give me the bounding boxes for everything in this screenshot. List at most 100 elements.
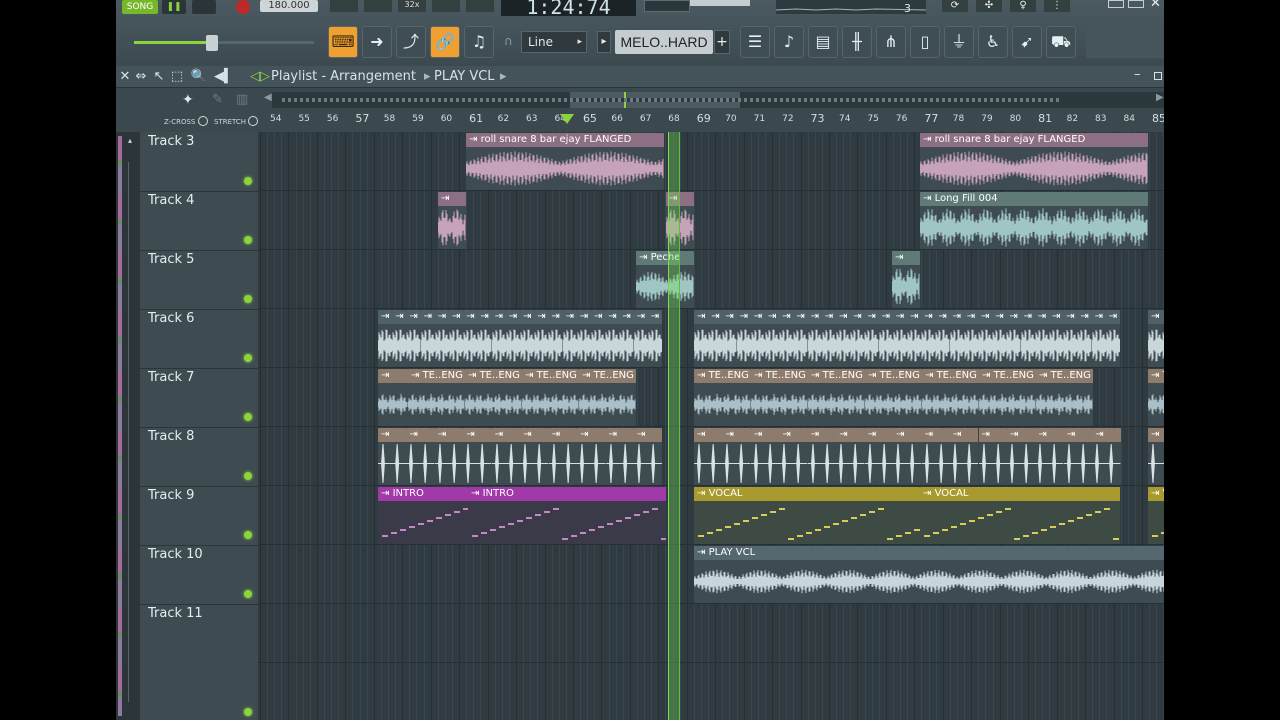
stop-button[interactable] <box>192 0 216 14</box>
track-mute-led[interactable] <box>244 354 252 362</box>
clip-menu-icon[interactable]: ⇥ <box>811 370 823 381</box>
clip-menu-icon[interactable]: ⇥ <box>438 311 446 322</box>
scroll-left-icon[interactable]: ◀ <box>264 92 272 103</box>
clip-menu-icon[interactable]: ⇥ <box>609 429 617 440</box>
audio-clip[interactable]: ⇥ <box>548 428 578 485</box>
audio-clip[interactable]: ⇥ <box>647 310 662 367</box>
magnet-icon[interactable]: ∩ <box>504 34 513 48</box>
audio-clip[interactable]: ⇥ TE..ENG <box>922 369 979 426</box>
clip-menu-icon[interactable]: ⇥ <box>1039 370 1051 381</box>
audio-clip[interactable]: ⇥ <box>577 428 606 485</box>
options-icon[interactable]: ✣ <box>976 0 1002 12</box>
audio-clip[interactable]: ⇥ <box>864 310 879 367</box>
audio-clip[interactable]: ⇥ <box>1006 310 1021 367</box>
tempo-display[interactable]: 180.000 <box>260 0 318 12</box>
clip-menu-icon[interactable]: ⇥ <box>381 370 389 381</box>
clip-menu-icon[interactable]: ⇥ <box>381 488 393 499</box>
audio-clip[interactable]: ⇥ <box>949 310 964 367</box>
audio-clip[interactable]: ⇥ TE..ENG <box>1036 369 1093 426</box>
playhead-marker[interactable] <box>560 114 574 124</box>
song-overview[interactable] <box>272 92 1164 108</box>
clip-menu-icon[interactable]: ⇥ <box>754 370 766 381</box>
audio-clip[interactable]: ⇥ <box>605 428 635 485</box>
audio-clip[interactable]: ⇥ <box>619 310 634 367</box>
audio-clip[interactable]: ⇥ <box>520 310 535 367</box>
clip-menu-icon[interactable]: ⇥ <box>896 429 904 440</box>
pencil-icon[interactable]: ✎ <box>212 92 223 107</box>
audio-clip[interactable]: ⇥ <box>1006 428 1036 485</box>
clip-menu-icon[interactable]: ⇥ <box>582 370 594 381</box>
zcross-toggle[interactable] <box>198 116 208 126</box>
refresh-icon[interactable]: ⟳ <box>942 0 968 12</box>
track-header[interactable]: Track 7 <box>140 368 258 428</box>
audio-clip[interactable]: ⇥ <box>793 310 808 367</box>
clip-menu-icon[interactable]: ⇥ <box>967 311 975 322</box>
clip-menu-icon[interactable]: ⇥ <box>697 547 709 558</box>
play-button[interactable]: ❚❚ <box>162 0 186 14</box>
clip-menu-icon[interactable]: ⇥ <box>1010 429 1018 440</box>
audio-clip[interactable]: ⇥ <box>392 310 407 367</box>
clip-menu-icon[interactable]: ⇥ <box>882 311 890 322</box>
mic-icon[interactable]: ♀ <box>1010 0 1036 12</box>
track-mute-led[interactable] <box>244 177 252 185</box>
audio-clip[interactable]: ⇥ <box>836 428 865 485</box>
track-header[interactable]: Track 9 <box>140 486 258 546</box>
track-header[interactable]: Track 5 <box>140 250 258 310</box>
record-button[interactable] <box>236 0 250 14</box>
clip-menu-icon[interactable]: ⇥ <box>509 311 517 322</box>
clip-menu-icon[interactable]: ⇥ <box>622 311 630 322</box>
clip-menu-icon[interactable]: ⇥ <box>409 429 417 440</box>
clip-menu-icon[interactable]: ⇥ <box>953 429 961 440</box>
clip-menu-icon[interactable]: ⇥ <box>1109 311 1117 322</box>
clip-menu-icon[interactable]: ⇥ <box>868 370 880 381</box>
audio-clip[interactable]: ⇥ TE..ENG <box>465 369 522 426</box>
maximize-icon[interactable] <box>1128 0 1144 8</box>
audio-clip[interactable]: ⇥ <box>420 310 435 367</box>
pattern-prev-button[interactable]: ▸ <box>597 31 611 53</box>
clip-menu-icon[interactable]: ⇥ <box>537 311 545 322</box>
pattern-clip[interactable]: ⇥ VOCAL <box>920 487 1120 544</box>
audio-clip[interactable]: ⇥ <box>850 310 865 367</box>
maximize-icon[interactable] <box>1154 72 1162 80</box>
clip-menu-icon[interactable]: ⇥ <box>411 370 423 381</box>
clip-menu-icon[interactable]: ⇥ <box>923 193 935 204</box>
audio-clip[interactable]: ⇥ <box>1105 310 1120 367</box>
audio-clip[interactable]: ⇥ <box>750 310 765 367</box>
track-mute-led[interactable] <box>244 708 252 716</box>
piano-icon[interactable]: ▥ <box>236 92 248 107</box>
track-mute-led[interactable] <box>244 590 252 598</box>
audio-clip[interactable]: ⇥ <box>449 310 464 367</box>
loop-record-icon[interactable] <box>432 0 460 12</box>
clip-menu-icon[interactable]: ⇥ <box>381 311 389 322</box>
audio-clip[interactable]: ⇥ <box>765 310 780 367</box>
pattern-selector[interactable]: MELO..HARD <box>615 30 713 54</box>
audio-clip[interactable]: ⇥ <box>1092 428 1121 485</box>
clip-menu-icon[interactable]: ⇥ <box>637 311 645 322</box>
audio-clip[interactable]: ⇥ <box>836 310 851 367</box>
audio-clip[interactable]: ⇥ <box>978 310 993 367</box>
clip-menu-icon[interactable]: ⇥ <box>697 370 709 381</box>
clip-menu-icon[interactable]: ⇥ <box>782 429 790 440</box>
clip-menu-icon[interactable]: ⇥ <box>711 311 719 322</box>
clip-menu-icon[interactable]: ⇥ <box>938 311 946 322</box>
clip-menu-icon[interactable]: ⇥ <box>1151 370 1163 381</box>
clip-menu-icon[interactable]: ⇥ <box>438 429 446 440</box>
mixer-icon[interactable]: ╫ <box>842 26 872 58</box>
clip-menu-icon[interactable]: ⇥ <box>896 311 904 322</box>
clip-menu-icon[interactable]: ⇥ <box>754 429 762 440</box>
clip-menu-icon[interactable]: ⇥ <box>740 311 748 322</box>
audio-clip[interactable]: ⇥ <box>491 310 506 367</box>
clip-menu-icon[interactable]: ⇥ <box>811 429 819 440</box>
audio-clip[interactable]: ⇥ <box>821 310 836 367</box>
playhead[interactable] <box>668 132 680 720</box>
audio-clip[interactable]: ⇥ <box>633 310 648 367</box>
audio-clip[interactable]: ⇥ <box>807 310 822 367</box>
clip-menu-icon[interactable]: ⇥ <box>923 488 935 499</box>
blend-notes-icon[interactable] <box>466 0 494 12</box>
clip-menu-icon[interactable]: ⇥ <box>768 311 776 322</box>
audio-clip[interactable]: ⇥ <box>864 428 894 485</box>
audio-clip[interactable]: ⇥ TE..ENG <box>694 369 751 426</box>
track-header[interactable]: Track 3 <box>140 132 258 192</box>
audio-clip[interactable]: ⇥ <box>907 310 922 367</box>
clip-menu-icon[interactable]: ⇥ <box>469 134 481 145</box>
